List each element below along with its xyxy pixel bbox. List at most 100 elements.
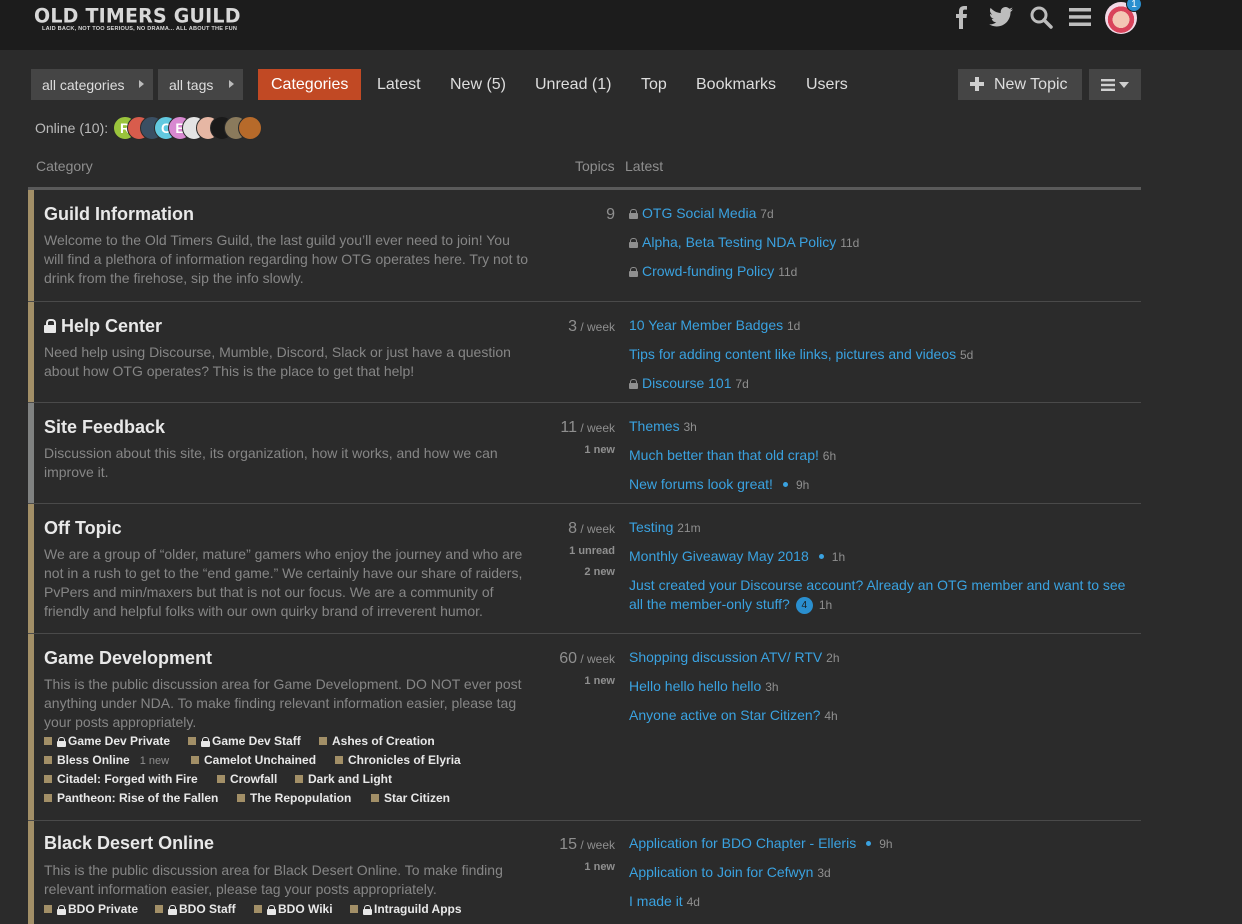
subcategory-name[interactable]: Game Dev Staff (212, 734, 301, 748)
tab-users[interactable]: Users (806, 69, 848, 100)
subcategory-link[interactable]: Chronicles of Elyria (335, 753, 461, 767)
category-name-wrap[interactable]: Help Center (44, 316, 162, 337)
latest-topic[interactable]: Discourse 101 7d (629, 375, 749, 391)
latest-topic-continued[interactable]: all the member-only stuff? 4 1h (629, 596, 832, 614)
categories-options-button[interactable] (1089, 69, 1141, 100)
subcategory-link[interactable]: BDO Wiki (254, 902, 333, 916)
latest-topic-title[interactable]: Hello hello hello hello (629, 678, 761, 694)
column-header-topics[interactable]: Topics (575, 158, 615, 174)
category-name[interactable]: Guild Information (44, 204, 194, 225)
new-topic-button[interactable]: New Topic (958, 69, 1082, 100)
new-topics-count[interactable]: 2 new (584, 566, 615, 578)
subcategory-name[interactable]: Bless Online (57, 753, 130, 767)
subcategory-link[interactable]: Ashes of Creation (319, 734, 435, 748)
tab-categories[interactable]: Categories (258, 69, 362, 100)
online-avatar[interactable] (238, 116, 262, 140)
notification-badge[interactable]: 1 (1126, 0, 1142, 12)
tab-unread[interactable]: Unread (1) (535, 69, 611, 100)
new-topics-count[interactable]: 1 new (584, 675, 615, 687)
all-categories-dropdown[interactable]: all categories (31, 69, 153, 100)
subcategory-link[interactable]: The Repopulation (237, 791, 351, 805)
latest-topic-title[interactable]: Application to Join for Cefwyn (629, 864, 813, 880)
latest-topic[interactable]: Alpha, Beta Testing NDA Policy 11d (629, 234, 859, 250)
new-topics-count[interactable]: 1 new (584, 861, 615, 873)
latest-topic-title-line2[interactable]: all the member-only stuff? (629, 596, 790, 612)
category-name[interactable]: Game Development (44, 648, 212, 669)
latest-topic-title[interactable]: Alpha, Beta Testing NDA Policy (642, 234, 836, 250)
subcategory-name[interactable]: Pantheon: Rise of the Fallen (57, 791, 218, 805)
subcategory-name[interactable]: Star Citizen (384, 791, 450, 805)
subcategory-name[interactable]: BDO Private (68, 902, 138, 916)
subcategory-link[interactable]: Intraguild Apps (350, 902, 462, 916)
latest-topic[interactable]: Application for BDO Chapter - Elleris 9h (629, 835, 893, 851)
subcategory-name[interactable]: Ashes of Creation (332, 734, 435, 748)
subcategory-link[interactable]: BDO Private (44, 902, 138, 916)
latest-topic[interactable]: Application to Join for Cefwyn 3d (629, 864, 831, 880)
facebook-icon[interactable] (950, 4, 972, 30)
category-name[interactable]: Off Topic (44, 518, 122, 539)
latest-topic[interactable]: Tips for adding content like links, pict… (629, 346, 973, 362)
user-avatar[interactable]: 1 (1105, 0, 1142, 34)
subcategory-name[interactable]: Crowfall (230, 772, 277, 786)
latest-topic-title[interactable]: I made it (629, 893, 683, 909)
latest-topic-title[interactable]: Tips for adding content like links, pict… (629, 346, 956, 362)
subcategory-name[interactable]: Chronicles of Elyria (348, 753, 461, 767)
category-name[interactable]: Site Feedback (44, 417, 165, 438)
latest-topic-title[interactable]: OTG Social Media (642, 205, 756, 221)
subcategory-link[interactable]: Dark and Light (295, 772, 392, 786)
latest-topic-title[interactable]: Crowd-funding Policy (642, 263, 774, 279)
latest-topic[interactable]: Themes 3h (629, 418, 697, 434)
subcategory-name[interactable]: Citadel: Forged with Fire (57, 772, 198, 786)
subcategory-link[interactable]: Bless Online 1 new (44, 753, 169, 767)
subcategory-link[interactable]: BDO Staff (155, 902, 236, 916)
subcategory-name[interactable]: Camelot Unchained (204, 753, 316, 767)
subcategory-link[interactable]: Game Dev Staff (188, 734, 301, 748)
subcategory-name[interactable]: Dark and Light (308, 772, 392, 786)
latest-topic[interactable]: Hello hello hello hello 3h (629, 678, 779, 694)
latest-topic[interactable]: Crowd-funding Policy 11d (629, 263, 797, 279)
latest-topic[interactable]: Just created your Discourse account? Alr… (629, 577, 1125, 593)
latest-topic-title[interactable]: Much better than that old crap! (629, 447, 819, 463)
subcategory-link[interactable]: Star Citizen (371, 791, 450, 805)
site-logo[interactable]: OLD TIMERS GUILD LAID BACK, NOT TOO SERI… (34, 4, 241, 32)
tab-latest[interactable]: Latest (377, 69, 421, 100)
search-icon[interactable] (1028, 4, 1054, 30)
latest-topic-title[interactable]: Discourse 101 (642, 375, 732, 391)
column-header-latest[interactable]: Latest (625, 158, 663, 174)
category-name[interactable]: Black Desert Online (44, 833, 214, 854)
subcategory-link[interactable]: Game Dev Private (44, 734, 170, 748)
tab-new[interactable]: New (5) (450, 69, 506, 100)
latest-topic-title[interactable]: Anyone active on Star Citizen? (629, 707, 820, 723)
latest-topic[interactable]: 10 Year Member Badges 1d (629, 317, 800, 333)
tab-bookmarks[interactable]: Bookmarks (696, 69, 776, 100)
twitter-icon[interactable] (988, 4, 1014, 30)
tab-top[interactable]: Top (641, 69, 667, 100)
latest-topic[interactable]: New forums look great! 9h (629, 476, 809, 492)
latest-topic[interactable]: I made it 4d (629, 893, 700, 909)
subcategory-link[interactable]: Camelot Unchained (191, 753, 316, 767)
new-topics-count[interactable]: 1 new (584, 444, 615, 456)
subcategory-link[interactable]: Citadel: Forged with Fire (44, 772, 198, 786)
subcategory-new-count[interactable]: 1 new (140, 755, 169, 767)
hamburger-icon[interactable] (1068, 4, 1092, 30)
latest-topic[interactable]: Monthly Giveaway May 2018 1h (629, 548, 845, 564)
subcategory-name[interactable]: The Repopulation (250, 791, 351, 805)
unread-topics-count[interactable]: 1 unread (569, 545, 615, 557)
subcategory-link[interactable]: Pantheon: Rise of the Fallen (44, 791, 218, 805)
latest-topic-title[interactable]: Monthly Giveaway May 2018 (629, 548, 809, 564)
latest-topic-title[interactable]: Testing (629, 519, 673, 535)
latest-topic-title[interactable]: 10 Year Member Badges (629, 317, 783, 333)
subcategory-name[interactable]: BDO Staff (179, 902, 236, 916)
latest-topic-title[interactable]: New forums look great! (629, 476, 773, 492)
subcategory-name[interactable]: Intraguild Apps (374, 902, 462, 916)
latest-topic-title[interactable]: Shopping discussion ATV/ RTV (629, 649, 822, 665)
latest-topic-title[interactable]: Just created your Discourse account? Alr… (629, 577, 1125, 593)
latest-topic[interactable]: OTG Social Media 7d (629, 205, 774, 221)
subcategory-name[interactable]: Game Dev Private (68, 734, 170, 748)
latest-topic[interactable]: Shopping discussion ATV/ RTV 2h (629, 649, 840, 665)
latest-topic-title[interactable]: Application for BDO Chapter - Elleris (629, 835, 856, 851)
subcategory-name[interactable]: BDO Wiki (278, 902, 333, 916)
all-tags-dropdown[interactable]: all tags (158, 69, 243, 100)
subcategory-link[interactable]: Crowfall (217, 772, 277, 786)
latest-topic-title[interactable]: Themes (629, 418, 680, 434)
